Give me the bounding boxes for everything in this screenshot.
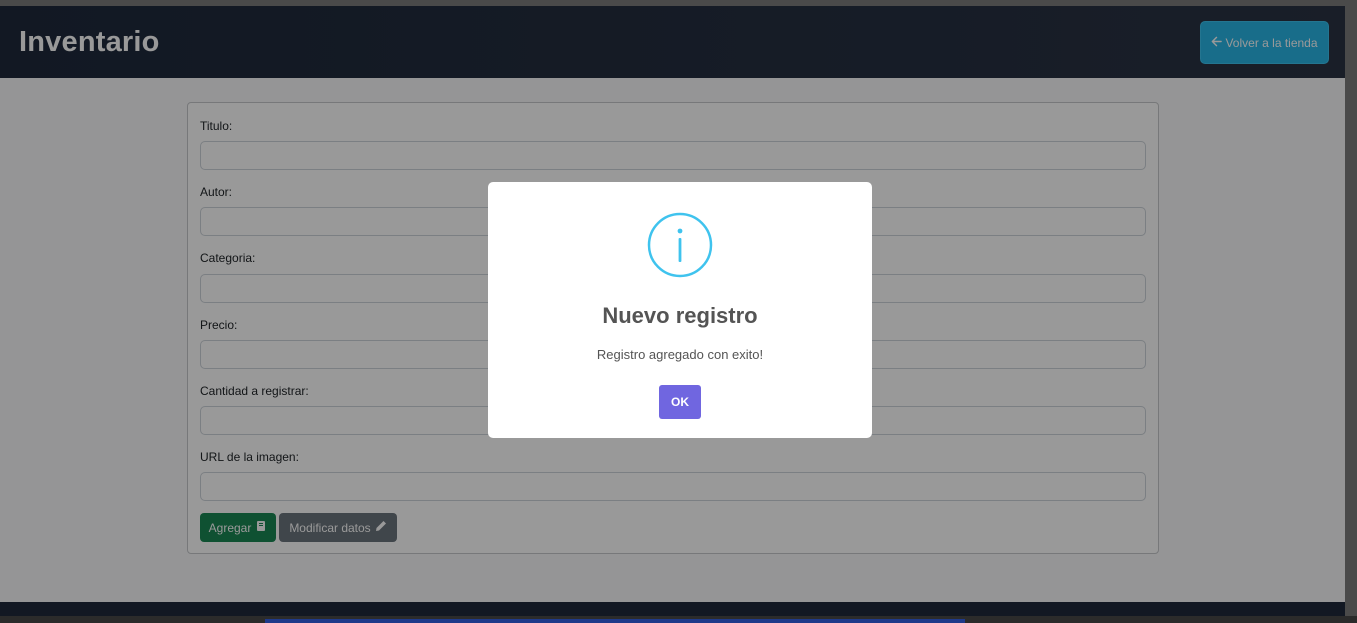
info-icon <box>647 212 713 278</box>
taskbar-accent <box>265 619 965 623</box>
dialog-message: Registro agregado con exito! <box>596 347 764 362</box>
ok-button[interactable]: OK <box>659 385 701 419</box>
os-taskbar <box>0 616 1357 623</box>
alert-dialog: Nuevo registro Registro agregado con exi… <box>488 182 872 438</box>
dialog-title: Nuevo registro <box>602 303 758 328</box>
